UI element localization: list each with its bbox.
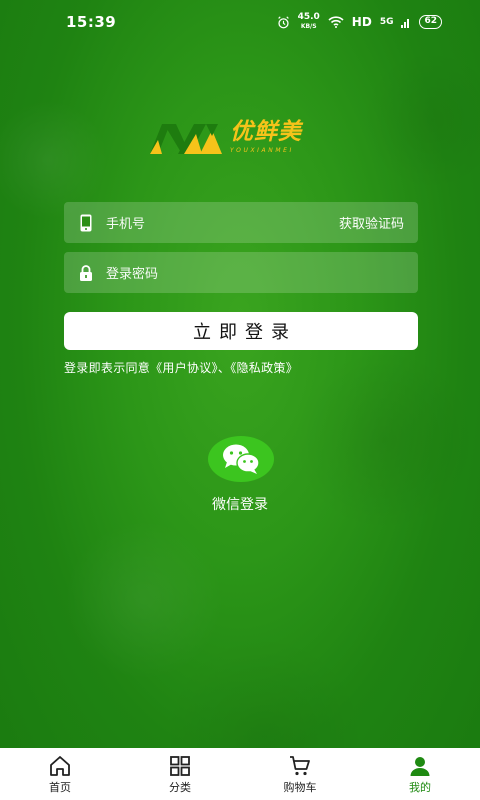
- phone-field[interactable]: 手机号 获取验证码: [64, 202, 418, 243]
- bottom-nav: 首页 分类 购物车 我的: [0, 748, 480, 800]
- status-time: 15:39: [66, 13, 117, 31]
- hd-indicator: HD: [351, 15, 372, 29]
- wechat-login-label[interactable]: 微信登录: [0, 494, 480, 514]
- nav-label-category: 分类: [169, 780, 191, 794]
- cart-icon: [290, 755, 310, 775]
- status-bar: 15:39 45.0 KB/S HD 5G 62: [0, 0, 480, 44]
- nav-label-home: 首页: [49, 780, 71, 794]
- nav-item-category[interactable]: 分类: [120, 748, 240, 800]
- nav-item-home[interactable]: 首页: [0, 748, 120, 800]
- nav-item-cart[interactable]: 购物车: [240, 748, 360, 800]
- grid-icon: [170, 755, 190, 776]
- net-speed-unit: KB/S: [300, 23, 317, 30]
- wechat-login-button[interactable]: [208, 436, 274, 482]
- home-icon: [50, 755, 70, 776]
- phone-icon: [80, 214, 92, 231]
- nav-item-mine[interactable]: 我的: [360, 748, 480, 800]
- signal-bars-icon: [401, 18, 410, 28]
- status-icons: 45.0 KB/S HD 5G 62: [277, 13, 442, 31]
- nav-label-mine: 我的: [409, 780, 431, 794]
- logo-text: 优鲜美 YOUXIANMEI: [230, 120, 302, 154]
- login-screen: 15:39 45.0 KB/S HD 5G 62 优鲜美 YOUXIANMEI …: [0, 0, 480, 800]
- wifi-icon: [328, 16, 344, 28]
- logo-name-cn: 优鲜美: [230, 119, 302, 145]
- alarm-icon: [277, 15, 289, 28]
- lock-icon: [80, 264, 92, 281]
- battery-indicator: 62: [419, 15, 442, 29]
- get-code-button[interactable]: 获取验证码: [339, 213, 404, 232]
- wechat-icon: [223, 444, 260, 474]
- login-button[interactable]: 立即登录: [64, 312, 418, 350]
- user-icon: [410, 756, 430, 776]
- signal-indicator: 5G: [379, 17, 394, 27]
- agreement-text[interactable]: 登录即表示同意《用户协议》、《隐私政策》: [64, 359, 298, 376]
- logo-mark-icon: [150, 124, 222, 154]
- logo-name-en: YOUXIANMEI: [230, 147, 294, 154]
- nav-label-cart: 购物车: [283, 780, 317, 794]
- brand-logo: 优鲜美 YOUXIANMEI: [148, 118, 302, 156]
- password-field[interactable]: 登录密码: [64, 252, 418, 293]
- password-input-placeholder[interactable]: 登录密码: [106, 263, 404, 282]
- net-speed-value: 45.0: [297, 12, 320, 22]
- net-speed: 45.0 KB/S: [298, 13, 320, 31]
- phone-input-placeholder[interactable]: 手机号: [106, 213, 339, 232]
